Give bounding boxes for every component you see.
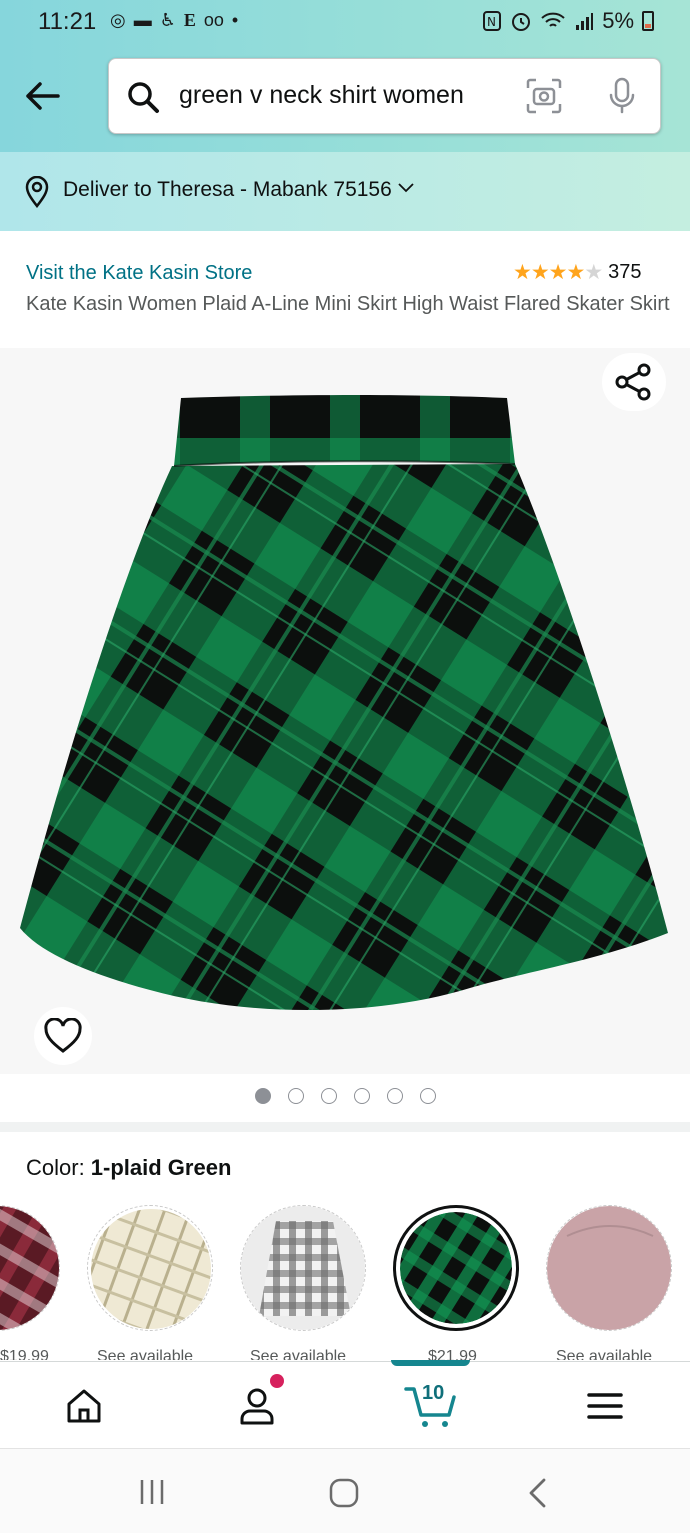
battery-icon (642, 11, 654, 31)
product-image-carousel[interactable] (0, 348, 690, 1074)
dot-icon: • (231, 10, 239, 30)
color-label: Color: 1-plaid Green (26, 1155, 231, 1181)
color-label-prefix: Color: (26, 1155, 91, 1180)
search-icon (128, 82, 159, 113)
back-nav-icon[interactable] (526, 1477, 550, 1509)
color-swatch-beige-plaid[interactable] (87, 1205, 213, 1331)
search-header: green v neck shirt women (0, 44, 690, 152)
swatch-image (547, 1206, 671, 1330)
selected-color: 1-plaid Green (90, 1155, 232, 1180)
notification-icons: ◎ ▬ ♿ E oo • (110, 10, 238, 30)
chat-icon: ▬ (133, 10, 152, 30)
microphone-icon[interactable] (606, 76, 638, 116)
pagination-dot[interactable] (287, 1088, 304, 1104)
swatch-price: $21.99 (428, 1348, 477, 1360)
notification-badge (270, 1374, 284, 1388)
system-navigation-bar (0, 1448, 690, 1533)
pagination-dot[interactable] (320, 1088, 337, 1104)
location-pin-icon (25, 176, 49, 208)
pagination-dot[interactable] (254, 1088, 271, 1104)
status-time: 11:21 (38, 8, 97, 35)
active-tab-indicator (391, 1360, 470, 1366)
rating-count: 375 (608, 261, 642, 283)
section-divider (0, 1122, 690, 1132)
nfc-icon: N (483, 11, 502, 31)
system-status: N 5% (482, 8, 654, 34)
nav-home[interactable] (54, 1380, 114, 1432)
alarm-icon (512, 13, 531, 31)
delivery-address: Deliver to Theresa - Mabank 75156 (63, 178, 414, 202)
cart-count: 10 (422, 1382, 445, 1404)
battery-percent: 5% (602, 8, 634, 33)
e-icon: E (183, 10, 196, 30)
swatch-image (0, 1206, 59, 1330)
swatch-price: See available (556, 1348, 653, 1360)
product-title: Kate Kasin Women Plaid A-Line Mini Skirt… (26, 293, 670, 315)
pagination-dot[interactable] (353, 1088, 370, 1104)
image-pagination-dots (0, 1088, 690, 1106)
recent-apps-icon[interactable] (138, 1477, 166, 1507)
signal-icon (576, 13, 594, 30)
add-to-wishlist-button[interactable] (34, 1007, 92, 1065)
nav-menu[interactable] (575, 1380, 635, 1432)
pagination-dot[interactable] (419, 1088, 436, 1104)
home-button-icon[interactable] (328, 1477, 360, 1509)
arrow-left-icon (26, 82, 60, 110)
home-icon (67, 1389, 101, 1423)
share-button[interactable] (602, 353, 666, 411)
product-rating[interactable]: ★★★★★ 375 (513, 260, 642, 285)
color-swatch-green-plaid[interactable] (393, 1205, 519, 1331)
product-image (20, 395, 668, 1011)
voicemail-icon: oo (203, 10, 224, 30)
search-bar[interactable]: green v neck shirt women (108, 58, 661, 134)
svg-text:N: N (487, 15, 496, 29)
share-icon (615, 363, 651, 401)
status-bar: 11:21 ◎ ▬ ♿ E oo • N 5% (0, 0, 690, 44)
hamburger-menu-icon (587, 1393, 623, 1419)
color-swatch-red-plaid[interactable] (0, 1205, 60, 1331)
chevron-down-icon (398, 183, 414, 193)
bottom-navigation: 10 (0, 1360, 690, 1448)
color-swatches: $19.99 See available See available $21.9… (0, 1200, 690, 1360)
swatch-price: $19.99 (0, 1348, 49, 1360)
pagination-dot[interactable] (386, 1088, 403, 1104)
swatch-image (241, 1206, 365, 1330)
accessibility-icon: ♿ (159, 10, 176, 30)
delivery-address-text: Deliver to Theresa - Mabank 75156 (63, 178, 392, 201)
back-button[interactable] (20, 74, 64, 118)
star-rating-icon: ★★★★★ (513, 261, 603, 284)
swatch-image (400, 1212, 512, 1324)
swatch-price: See available (97, 1348, 194, 1360)
delivery-location-bar[interactable]: Deliver to Theresa - Mabank 75156 (0, 152, 690, 231)
wifi-icon (541, 12, 565, 27)
search-input[interactable]: green v neck shirt women (179, 81, 464, 110)
swatch-price: See available (250, 1348, 347, 1360)
swatch-image (91, 1209, 211, 1329)
camera-scan-icon[interactable] (525, 77, 563, 115)
color-swatch-pink[interactable] (546, 1205, 672, 1331)
visit-store-link[interactable]: Visit the Kate Kasin Store (26, 262, 252, 285)
color-swatch-grey-plaid[interactable] (240, 1205, 366, 1331)
user-icon (240, 1388, 274, 1425)
heart-icon (44, 1018, 82, 1053)
sync-icon: ◎ (110, 10, 126, 30)
